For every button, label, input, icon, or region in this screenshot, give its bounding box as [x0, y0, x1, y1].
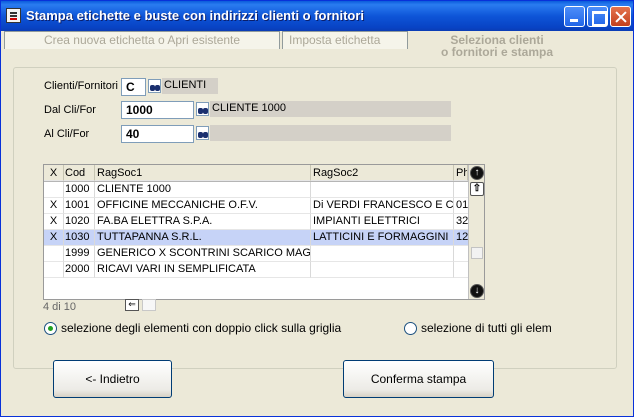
- from-description: CLIENTE 1000: [210, 101, 451, 117]
- cell-x[interactable]: [44, 182, 64, 198]
- type-input[interactable]: C: [121, 78, 146, 96]
- cell-ragsoc2: IMPIANTI ELETTRICI: [311, 214, 454, 230]
- window-title: Stampa etichette e buste con indirizzi c…: [26, 8, 365, 23]
- cell-ragsoc1: OFFICINE MECCANICHE O.F.V.: [95, 198, 311, 214]
- table-row[interactable]: X 1001 OFFICINE MECCANICHE O.F.V. Di VER…: [44, 198, 468, 214]
- radio-label: selezione di tutti gli elem: [421, 321, 552, 335]
- cell-ragsoc1: FA.BA ELETTRA S.P.A.: [95, 214, 311, 230]
- nav-first-icon[interactable]: ⇐: [125, 299, 139, 311]
- cell-x[interactable]: [44, 246, 64, 262]
- type-label: Clienti/Fornitori: [44, 80, 118, 92]
- cell-x[interactable]: X: [44, 214, 64, 230]
- cell-ragsoc1: CLIENTE 1000: [95, 182, 311, 198]
- cell-cod: 1030: [64, 230, 95, 246]
- table-row[interactable]: 2000 RICAVI VARI IN SEMPLIFICATA: [44, 262, 468, 278]
- cell-cod: 1999: [64, 246, 95, 262]
- minimize-button[interactable]: [564, 6, 585, 27]
- cell-x[interactable]: X: [44, 198, 64, 214]
- vertical-scrollbar[interactable]: ↑ ⇧ ↓: [468, 165, 484, 299]
- cell-ragsoc2: LATTICINI E FORMAGGINI: [311, 230, 454, 246]
- maximize-button[interactable]: [587, 6, 608, 27]
- close-button[interactable]: [610, 6, 631, 27]
- from-input[interactable]: 1000: [121, 101, 194, 119]
- type-description: CLIENTI: [162, 78, 218, 94]
- table-row-selected[interactable]: X 1030 TUTTAPANNA S.R.L. LATTICINI E FOR…: [44, 230, 468, 246]
- radio-unchecked-icon[interactable]: [404, 322, 417, 335]
- confirm-print-button[interactable]: Conferma stampa: [343, 360, 494, 398]
- grid-header: X Cod RagSoc1 RagSoc2 Ph: [44, 165, 468, 182]
- cell-ragsoc1: RICAVI VARI IN SEMPLIFICATA: [95, 262, 311, 278]
- table-row[interactable]: 1000 CLIENTE 1000: [44, 182, 468, 198]
- to-label: Al Cli/For: [44, 128, 90, 140]
- cell-ph: [454, 182, 468, 198]
- cell-ph: 01: [454, 198, 468, 214]
- tab-seleziona-line2: o fornitori e stampa: [440, 45, 553, 59]
- cell-ragsoc2: Di VERDI FRANCESCO E C.: [311, 198, 454, 214]
- tab-seleziona-stampa[interactable]: Seleziona clienti o fornitori e stampa: [409, 32, 585, 62]
- binoculars-icon[interactable]: [196, 126, 209, 140]
- scroll-page-down-icon[interactable]: ↓: [470, 284, 484, 298]
- header-ragsoc1[interactable]: RagSoc1: [95, 165, 311, 181]
- table-row[interactable]: X 1020 FA.BA ELETTRA S.P.A. IMPIANTI ELE…: [44, 214, 468, 230]
- radio-label: selezione degli elementi con doppio clic…: [61, 321, 342, 335]
- nav-box[interactable]: [142, 299, 156, 311]
- cell-ragsoc2: [311, 182, 454, 198]
- scroll-page-up-icon[interactable]: ↑: [470, 166, 484, 180]
- tab-imposta-etichetta[interactable]: Imposta etichetta: [282, 31, 408, 49]
- header-ph[interactable]: Ph: [454, 165, 468, 181]
- from-label: Dal Cli/For: [44, 104, 96, 116]
- header-cod[interactable]: Cod: [64, 165, 95, 181]
- clients-grid[interactable]: X Cod RagSoc1 RagSoc2 Ph 1000 CLIENTE 10…: [43, 164, 485, 300]
- table-row[interactable]: 1999 GENERICO X SCONTRINI SCARICO MAG.: [44, 246, 468, 262]
- app-icon: [6, 8, 21, 23]
- back-button[interactable]: <- Indietro: [53, 360, 172, 398]
- binoculars-icon[interactable]: [148, 79, 161, 93]
- cell-cod: 1001: [64, 198, 95, 214]
- cell-ragsoc2: [311, 246, 454, 262]
- to-input[interactable]: 40: [121, 125, 194, 143]
- cell-ragsoc1: TUTTAPANNA S.R.L.: [95, 230, 311, 246]
- header-x[interactable]: X: [44, 165, 64, 181]
- cell-ragsoc2: [311, 262, 454, 278]
- scroll-up-icon[interactable]: ⇧: [470, 182, 484, 196]
- cell-ph: [454, 246, 468, 262]
- radio-checked-icon[interactable]: [44, 322, 57, 335]
- to-description: [210, 125, 451, 141]
- header-ragsoc2[interactable]: RagSoc2: [311, 165, 454, 181]
- window: Stampa etichette e buste con indirizzi c…: [0, 0, 634, 417]
- cell-x[interactable]: X: [44, 230, 64, 246]
- cell-ph: 12: [454, 230, 468, 246]
- title-bar: Stampa etichette e buste con indirizzi c…: [1, 1, 633, 31]
- cell-ph: 32: [454, 214, 468, 230]
- cell-cod: 1020: [64, 214, 95, 230]
- record-position: 4 di 10: [43, 301, 77, 313]
- binoculars-icon[interactable]: [196, 102, 209, 116]
- cell-cod: 1000: [64, 182, 95, 198]
- cell-ragsoc1: GENERICO X SCONTRINI SCARICO MAG.: [95, 246, 311, 262]
- scroll-thumb[interactable]: [471, 247, 483, 259]
- cell-x[interactable]: [44, 262, 64, 278]
- cell-cod: 2000: [64, 262, 95, 278]
- tab-crea-etichetta[interactable]: Crea nuova etichetta o Apri esistente: [4, 31, 280, 49]
- cell-ph: [454, 262, 468, 278]
